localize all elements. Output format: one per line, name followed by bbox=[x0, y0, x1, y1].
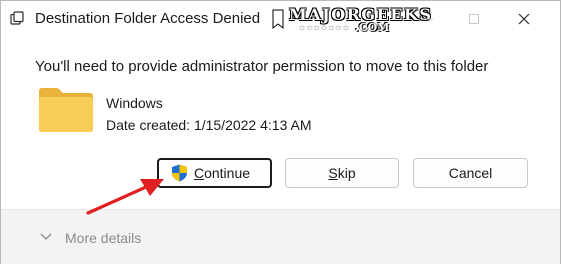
skip-label: Skip bbox=[328, 165, 356, 181]
access-denied-dialog: Destination Folder Access Denied MAJORGE… bbox=[0, 0, 561, 264]
window-title: Destination Folder Access Denied bbox=[35, 10, 261, 27]
watermark-stars: ★★★★★★★ bbox=[299, 25, 350, 32]
annotation-arrow bbox=[86, 179, 164, 215]
majorgeeks-watermark: MAJORGEEKS ★★★★★★★ .COM bbox=[271, 3, 431, 37]
close-button[interactable] bbox=[501, 1, 547, 37]
maximize-icon bbox=[469, 14, 479, 24]
more-details-toggle[interactable]: More details bbox=[65, 230, 141, 246]
close-icon bbox=[518, 13, 530, 25]
title-bar[interactable]: Destination Folder Access Denied MAJORGE… bbox=[1, 1, 560, 37]
continue-label: Continue bbox=[193, 165, 251, 181]
permission-message: You'll need to provide administrator per… bbox=[35, 58, 489, 75]
folder-name: Windows bbox=[106, 95, 163, 111]
majorgeeks-logo-icon bbox=[272, 9, 284, 30]
cancel-label: Cancel bbox=[448, 165, 493, 181]
cancel-button[interactable]: Cancel bbox=[413, 158, 528, 188]
folder-icon bbox=[39, 88, 93, 132]
minimize-icon bbox=[423, 18, 433, 20]
minimize-button[interactable] bbox=[405, 1, 451, 37]
maximize-button[interactable] bbox=[451, 1, 497, 37]
skip-button[interactable]: Skip bbox=[285, 158, 399, 188]
copy-icon bbox=[10, 11, 24, 25]
watermark-suffix: .COM bbox=[355, 21, 390, 34]
folder-date-created: Date created: 1/15/2022 4:13 AM bbox=[106, 117, 312, 133]
chevron-down-icon[interactable] bbox=[39, 232, 53, 242]
